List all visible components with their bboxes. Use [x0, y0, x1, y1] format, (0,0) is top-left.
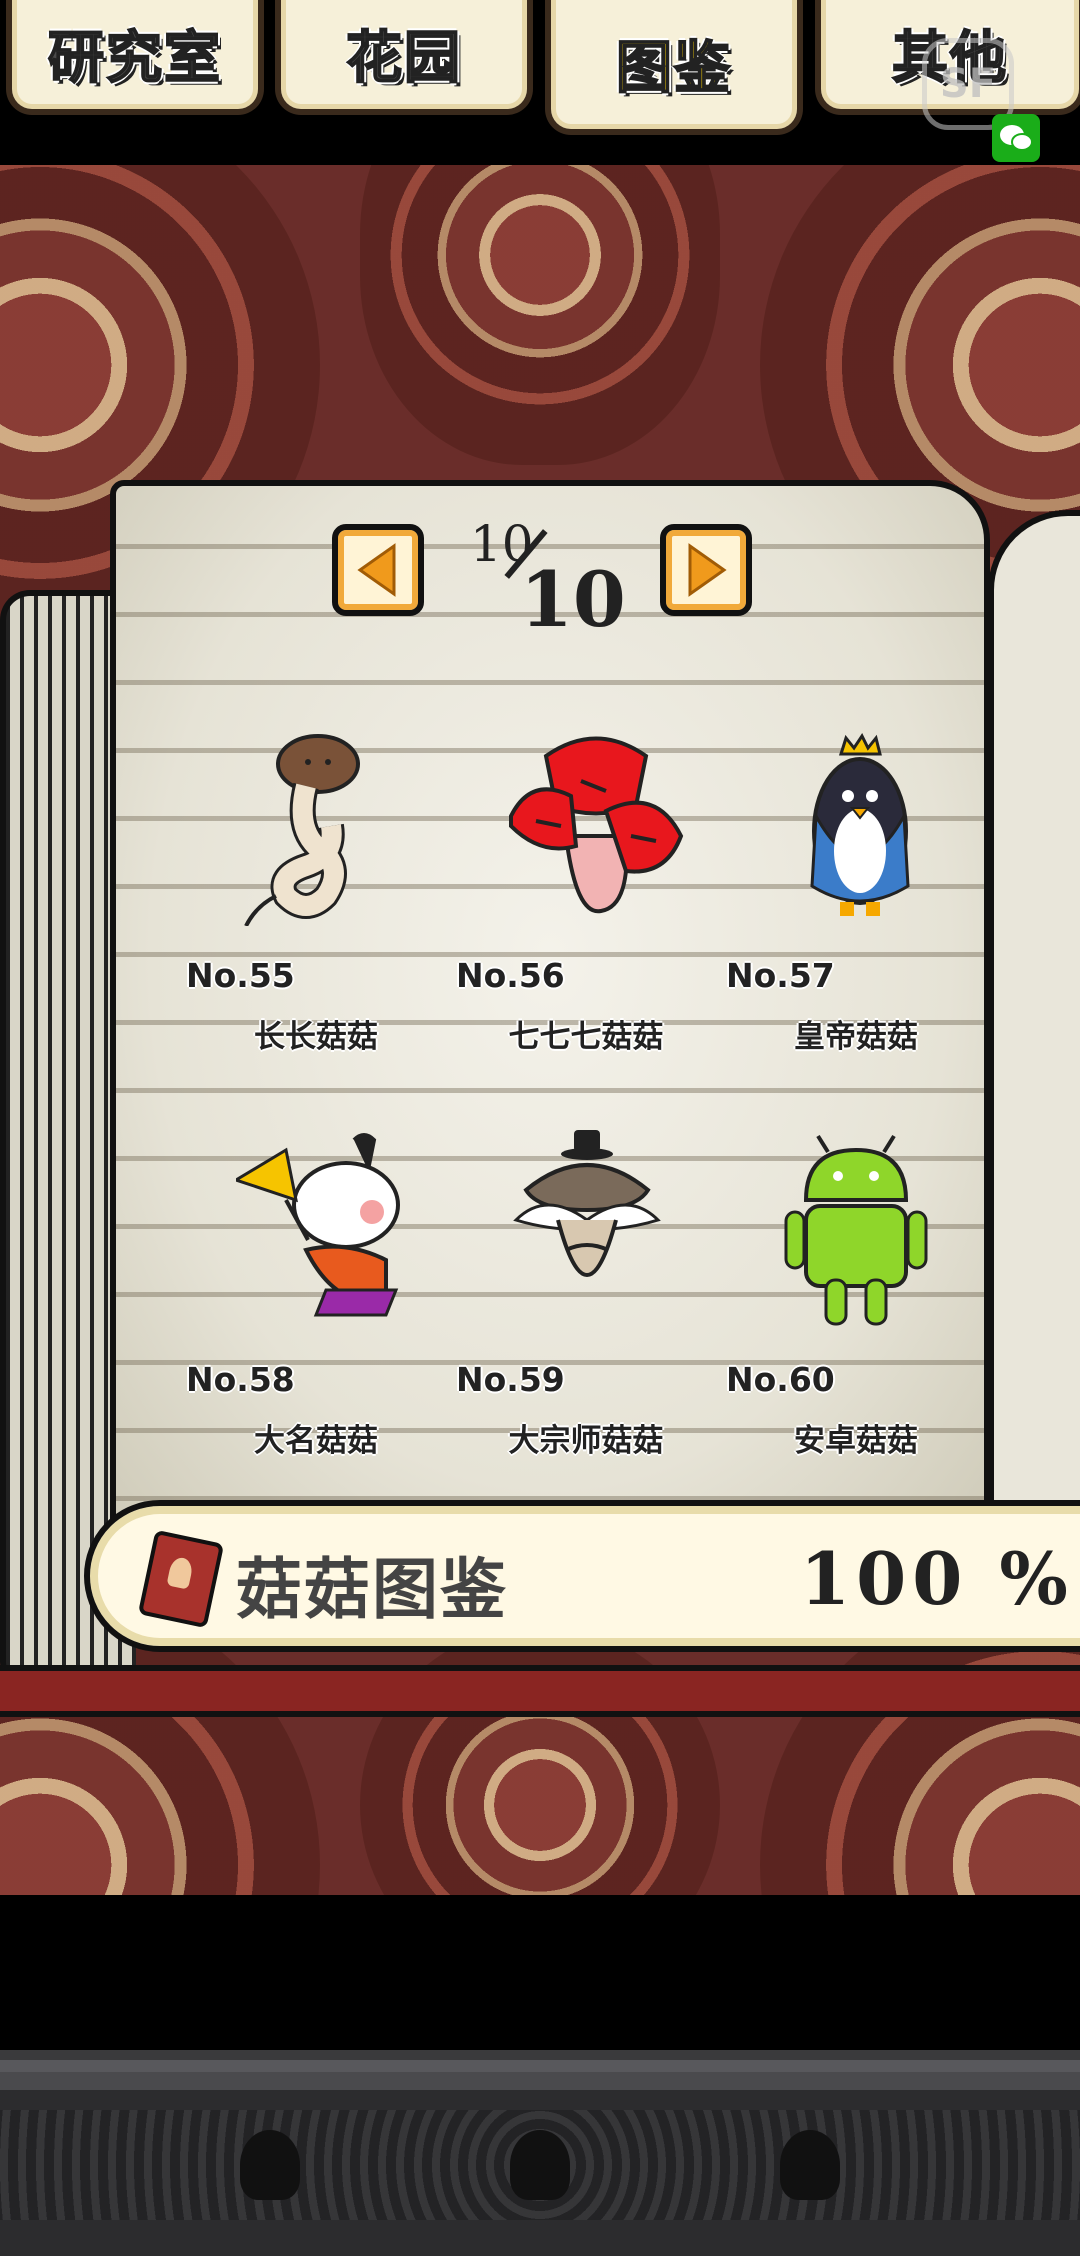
- bottom-ornament-bar: [0, 2050, 1080, 2256]
- entry-number: No.55: [186, 956, 295, 995]
- right-page: [988, 510, 1080, 1540]
- mushroom-silhouette-icon: [240, 2130, 300, 2200]
- mushroom-entry[interactable]: No.60 安卓菇菇: [726, 1130, 986, 1490]
- grandmaster-mushroom-icon: [513, 1130, 661, 1277]
- total-pages: 10: [520, 555, 626, 644]
- collection-progress-banner: 菇菇图鉴 100 %: [84, 1500, 1080, 1652]
- book-cover-edge: [0, 1665, 1080, 1717]
- arrow-left-icon: [357, 543, 396, 597]
- empty-ad-area: [0, 1895, 1080, 2050]
- encyclopedia-book-icon: [137, 1529, 225, 1629]
- progress-percent: 100 %: [800, 1536, 1074, 1621]
- tab-label: 花园: [345, 25, 462, 92]
- top-tab-bar: 研究室 花园 图鉴 其他 SF: [0, 0, 1080, 165]
- wechat-icon[interactable]: [992, 114, 1040, 162]
- mushroom-entry[interactable]: No.56 七七七菇菇: [456, 726, 716, 1086]
- tab-laboratory[interactable]: 研究室: [6, 0, 264, 115]
- entry-number: No.60: [726, 1360, 835, 1399]
- entry-number: No.56: [456, 956, 565, 995]
- tab-label: 图鉴: [615, 35, 732, 102]
- entry-number: No.59: [456, 1360, 565, 1399]
- next-page-button[interactable]: [660, 524, 752, 616]
- entry-name: 大宗师菇菇: [508, 1423, 664, 1459]
- entry-number: No.57: [726, 956, 835, 995]
- entry-name: 长长菇菇: [254, 1019, 378, 1055]
- entry-name: 皇帝菇菇: [794, 1019, 918, 1055]
- daimyo-mushroom-icon: [236, 1133, 400, 1317]
- emperor-penguin-mushroom-icon: [810, 733, 910, 916]
- arrow-right-icon: [688, 543, 727, 597]
- tab-label: 研究室: [47, 25, 222, 92]
- mushroom-silhouette-icon: [780, 2130, 840, 2200]
- entry-name: 七七七菇菇: [508, 1019, 664, 1055]
- mushroom-silhouette-icon: [510, 2130, 570, 2200]
- long-mushroom-icon: [244, 734, 360, 926]
- page-counter: 10 10: [470, 515, 626, 655]
- tab-garden[interactable]: 花园: [275, 0, 533, 115]
- mushroom-entry[interactable]: No.55 长长菇菇: [186, 726, 446, 1086]
- mushroom-entry[interactable]: No.59 大宗师菇菇: [456, 1130, 716, 1490]
- entry-name: 大名菇菇: [254, 1423, 378, 1459]
- mushroom-entry[interactable]: No.57 皇帝菇菇: [726, 726, 986, 1086]
- mushroom-entry[interactable]: No.58 大名菇菇: [186, 1130, 446, 1490]
- previous-page-button[interactable]: [332, 524, 424, 616]
- progress-label: 菇菇图鉴: [236, 1551, 508, 1628]
- entry-number: No.58: [186, 1360, 295, 1399]
- android-mushroom-icon: [784, 1134, 928, 1326]
- red-mushroom-icon: [509, 736, 684, 914]
- entry-name: 安卓菇菇: [794, 1423, 918, 1459]
- tab-encyclopedia[interactable]: 图鉴: [545, 0, 803, 135]
